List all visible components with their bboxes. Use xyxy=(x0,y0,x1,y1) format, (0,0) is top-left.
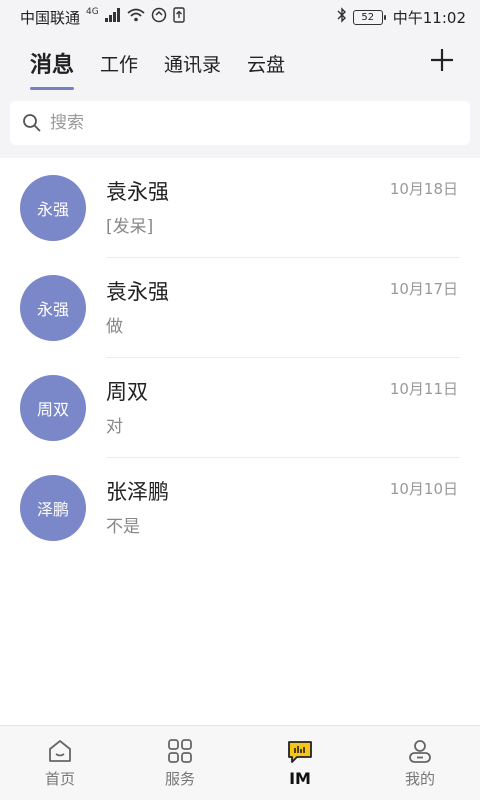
network-type-label: 4G xyxy=(86,7,99,17)
nav-services-label: 服务 xyxy=(164,769,195,788)
conversation-preview: 不是 xyxy=(106,517,140,537)
carrier-label: 中国联通 xyxy=(20,8,81,27)
nav-home-label: 首页 xyxy=(44,769,75,788)
top-tab-bar: 消息 工作 通讯录 云盘 xyxy=(0,34,480,92)
conversation-name: 袁永强 xyxy=(106,280,169,304)
avatar: 永强 xyxy=(20,275,86,341)
avatar-text: 永强 xyxy=(36,300,69,319)
avatar: 泽鹏 xyxy=(20,475,86,541)
tab-messages[interactable]: 消息 xyxy=(30,34,75,92)
conversation-preview: 对 xyxy=(106,417,123,437)
grid-icon xyxy=(168,738,192,763)
status-left: 中国联通 4G xyxy=(20,7,185,28)
status-right: 52 中午11:02 xyxy=(337,7,466,28)
conversation-item[interactable]: 泽鹏 张泽鹏 不是 10月10日 xyxy=(0,458,480,558)
bluetooth-icon xyxy=(337,7,347,27)
conversation-name: 袁永强 xyxy=(106,180,169,204)
conversation-item[interactable]: 永强 袁永强 [发呆] 10月18日 xyxy=(0,158,480,258)
conversation-name: 张泽鹏 xyxy=(106,480,169,504)
conversation-preview: 做 xyxy=(106,317,123,337)
avatar-text: 永强 xyxy=(36,200,69,219)
tab-cloud-drive[interactable]: 云盘 xyxy=(247,34,285,92)
battery-level: 52 xyxy=(361,11,375,23)
home-icon xyxy=(49,739,71,762)
battery-indicator: 52 xyxy=(352,9,386,25)
avatar: 周双 xyxy=(20,375,86,441)
conversation-list: 永强 袁永强 [发呆] 10月18日 永强 袁永强 做 10月17日 周双 周双… xyxy=(0,158,480,725)
wifi-icon xyxy=(127,8,145,26)
search-bar[interactable] xyxy=(10,101,470,145)
conversation-date: 10月18日 xyxy=(389,180,458,198)
sync-icon xyxy=(151,7,167,27)
tab-contacts[interactable]: 通讯录 xyxy=(164,34,221,92)
search-icon xyxy=(23,114,41,132)
tab-work[interactable]: 工作 xyxy=(100,34,138,92)
conversation-item[interactable]: 永强 袁永强 做 10月17日 xyxy=(0,258,480,358)
avatar-text: 泽鹏 xyxy=(36,500,69,519)
upload-icon xyxy=(173,7,185,27)
avatar: 永强 xyxy=(20,175,86,241)
nav-home[interactable]: 首页 xyxy=(0,726,120,800)
plus-icon xyxy=(431,49,453,71)
status-bar: 中国联通 4G 52 中午11:02 xyxy=(0,0,480,34)
nav-im-label: IM xyxy=(289,768,311,788)
bottom-nav: 首页 服务 IM 我的 xyxy=(0,725,480,800)
conversation-date: 10月11日 xyxy=(389,380,458,398)
conversation-date: 10月10日 xyxy=(389,480,458,498)
conversation-item[interactable]: 周双 周双 对 10月11日 xyxy=(0,358,480,458)
signal-icon xyxy=(104,8,121,26)
nav-profile[interactable]: 我的 xyxy=(360,726,480,800)
profile-icon xyxy=(409,739,431,763)
conversation-name: 周双 xyxy=(106,380,148,404)
conversation-preview: [发呆] xyxy=(106,217,154,237)
nav-profile-label: 我的 xyxy=(404,769,435,788)
conversation-date: 10月17日 xyxy=(389,280,458,298)
nav-services[interactable]: 服务 xyxy=(120,726,240,800)
add-button[interactable] xyxy=(424,42,460,78)
search-input[interactable] xyxy=(50,113,430,133)
clock: 中午11:02 xyxy=(392,8,466,27)
avatar-text: 周双 xyxy=(36,400,69,419)
chat-icon xyxy=(288,740,312,763)
nav-im[interactable]: IM xyxy=(240,726,360,800)
